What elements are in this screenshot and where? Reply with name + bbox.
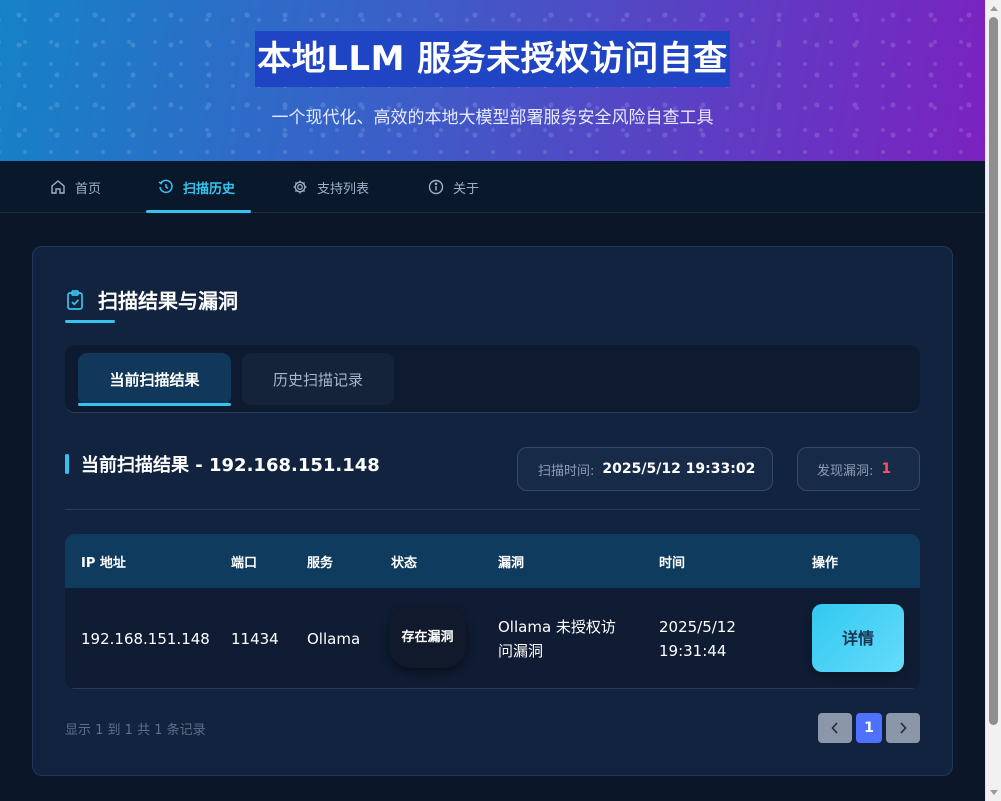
results-card: 扫描结果与漏洞 当前扫描结果 历史扫描记录 当前扫描结果 - 192.168.1… bbox=[32, 246, 953, 776]
tab-current-results[interactable]: 当前扫描结果 bbox=[78, 353, 231, 406]
page-title: 本地LLM 服务未授权访问自查 bbox=[255, 31, 730, 87]
details-button[interactable]: 详情 bbox=[812, 604, 904, 672]
result-heading: 当前扫描结果 - 192.168.151.148 bbox=[65, 451, 380, 477]
page-button-current[interactable]: 1 bbox=[856, 713, 882, 743]
section-underline bbox=[65, 320, 115, 323]
nav-item-history[interactable]: 扫描历史 bbox=[146, 161, 251, 213]
info-icon bbox=[428, 179, 444, 195]
result-tabs: 当前扫描结果 历史扫描记录 bbox=[65, 345, 920, 413]
section-title-text: 扫描结果与漏洞 bbox=[98, 289, 238, 313]
vuln-count-value: 1 bbox=[881, 461, 892, 477]
col-header-time: 时间 bbox=[659, 555, 686, 571]
prev-page-button[interactable] bbox=[818, 713, 852, 743]
nav-item-supported[interactable]: 支持列表 bbox=[292, 161, 382, 213]
scan-time-value: 2025/5/12 19:33:02 bbox=[602, 461, 756, 477]
cell-ip: 192.168.151.148 bbox=[81, 629, 210, 648]
clipboard-check-icon bbox=[67, 289, 83, 310]
vertical-scrollbar[interactable] bbox=[985, 0, 1001, 801]
scroll-up-arrow-icon[interactable] bbox=[990, 6, 998, 11]
col-header-status: 状态 bbox=[391, 555, 418, 571]
table-header: IP 地址 端口 服务 状态 漏洞 时间 操作 bbox=[65, 534, 920, 588]
scrollbar-thumb[interactable] bbox=[989, 17, 998, 725]
scan-time-badge: 扫描时间: 2025/5/12 19:33:02 bbox=[517, 447, 773, 491]
col-header-port: 端口 bbox=[231, 555, 258, 571]
page-header: 本地LLM 服务未授权访问自查 一个现代化、高效的本地大模型部署服务安全风险自查… bbox=[0, 0, 985, 161]
nav-item-label: 支持列表 bbox=[317, 181, 370, 197]
pagination-info: 显示 1 到 1 共 1 条记录 bbox=[65, 723, 206, 738]
divider bbox=[65, 509, 920, 510]
table-row: 192.168.151.148 11434 Ollama 存在漏洞 Ollama… bbox=[65, 588, 920, 689]
tab-history-records[interactable]: 历史扫描记录 bbox=[242, 353, 394, 405]
col-header-service: 服务 bbox=[307, 555, 334, 571]
next-page-button[interactable] bbox=[886, 713, 920, 743]
col-header-ip: IP 地址 bbox=[81, 555, 126, 571]
nav-item-home[interactable]: 首页 bbox=[50, 161, 106, 213]
scan-time-label: 扫描时间: bbox=[538, 463, 595, 479]
cell-time: 2025/5/12 19:31:44 bbox=[659, 617, 736, 660]
section-title: 扫描结果与漏洞 bbox=[65, 285, 238, 314]
scroll-down-arrow-icon[interactable] bbox=[990, 790, 998, 795]
nav-item-label: 首页 bbox=[75, 181, 102, 197]
chevron-right-icon bbox=[900, 722, 907, 734]
status-badge: 存在漏洞 bbox=[389, 606, 466, 668]
chevron-left-icon bbox=[831, 722, 838, 734]
cell-vuln: Ollama 未授权访问漏洞 bbox=[498, 617, 616, 660]
vuln-count-label: 发现漏洞: bbox=[817, 463, 874, 479]
result-heading-text: 当前扫描结果 - 192.168.151.148 bbox=[81, 455, 380, 476]
nav-item-label: 关于 bbox=[453, 181, 480, 197]
cell-port: 11434 bbox=[231, 629, 279, 648]
nav-item-about[interactable]: 关于 bbox=[428, 161, 488, 213]
col-header-action: 操作 bbox=[812, 555, 839, 571]
vuln-count-badge: 发现漏洞: 1 bbox=[797, 447, 920, 491]
gear-icon bbox=[293, 180, 307, 194]
nav-item-label: 扫描历史 bbox=[183, 181, 236, 197]
history-icon bbox=[158, 179, 173, 194]
main-nav: 首页 扫描历史 支持列表 关于 bbox=[0, 161, 985, 213]
results-table: IP 地址 端口 服务 状态 漏洞 时间 操作 192.168.151.148 … bbox=[65, 534, 920, 689]
cell-service: Ollama bbox=[307, 629, 361, 648]
col-header-vuln: 漏洞 bbox=[498, 555, 525, 571]
home-icon bbox=[51, 180, 65, 194]
page-subtitle: 一个现代化、高效的本地大模型部署服务安全风险自查工具 bbox=[271, 108, 714, 128]
heading-accent-bar bbox=[65, 454, 69, 474]
